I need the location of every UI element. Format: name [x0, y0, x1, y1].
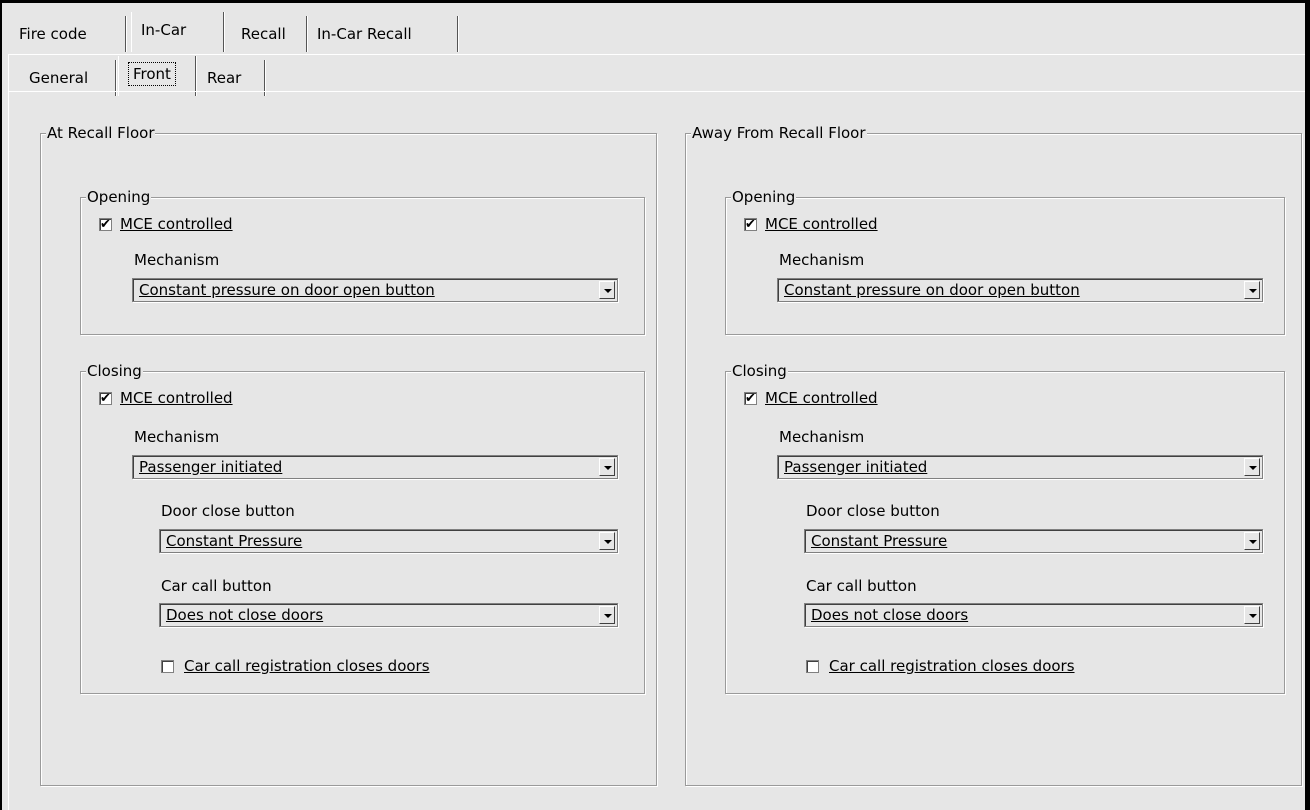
- chevron-down-icon[interactable]: [1244, 458, 1260, 476]
- mechanism-dropdown[interactable]: Passenger initiated: [777, 455, 1263, 479]
- group-title: Closing: [86, 362, 143, 380]
- settings-window: Fire code In-Car Recall In-Car Recall Ge…: [0, 0, 1310, 810]
- group-at-recall-floor: At Recall Floor Opening ✔ MCE controlled…: [40, 124, 657, 786]
- checkbox-label: Car call registration closes doors: [829, 657, 1075, 675]
- tab-page-border: [8, 55, 9, 810]
- mce-controlled-checkbox[interactable]: ✔ MCE controlled: [744, 389, 878, 407]
- checkbox-label: Car call registration closes doors: [184, 657, 430, 675]
- mce-controlled-checkbox[interactable]: ✔ MCE controlled: [744, 215, 878, 233]
- group-title: Opening: [731, 188, 797, 206]
- checkbox-label: MCE controlled: [765, 389, 878, 407]
- check-icon: ✔: [100, 216, 111, 232]
- mechanism-label: Mechanism: [779, 428, 865, 446]
- dropdown-value: Does not close doors: [166, 606, 324, 624]
- checkbox-box[interactable]: ✔: [744, 390, 757, 406]
- mechanism-dropdown[interactable]: Constant pressure on door open button: [777, 278, 1263, 302]
- mechanism-label: Mechanism: [134, 251, 220, 269]
- dropdown-value: Passenger initiated: [784, 458, 928, 476]
- checkbox-label: MCE controlled: [765, 215, 878, 233]
- dropdown-value: Passenger initiated: [139, 458, 283, 476]
- door-close-button-dropdown[interactable]: Constant Pressure: [804, 529, 1263, 553]
- check-icon: ✔: [745, 216, 756, 232]
- checkbox-box[interactable]: ✔: [99, 390, 112, 406]
- checkbox-box[interactable]: [806, 659, 819, 673]
- chevron-down-icon[interactable]: [1244, 281, 1260, 299]
- mechanism-label: Mechanism: [779, 251, 865, 269]
- tab-front[interactable]: Front: [118, 56, 196, 96]
- door-close-button-label: Door close button: [161, 502, 295, 520]
- tab-recall[interactable]: Recall: [232, 16, 307, 52]
- dropdown-value: Does not close doors: [811, 606, 969, 624]
- dropdown-value: Constant pressure on door open button: [139, 281, 435, 299]
- tab-fire-code[interactable]: Fire code: [10, 16, 126, 52]
- group-closing: Closing ✔ MCE controlled Mechanism Passe…: [80, 362, 645, 694]
- checkbox-box[interactable]: ✔: [744, 216, 757, 232]
- group-title: Away From Recall Floor: [691, 124, 867, 142]
- check-icon: ✔: [745, 390, 756, 406]
- chevron-down-icon[interactable]: [599, 532, 615, 550]
- car-call-registration-checkbox[interactable]: Car call registration closes doors: [806, 657, 1075, 675]
- group-title: Closing: [731, 362, 788, 380]
- group-opening: Opening ✔ MCE controlled Mechanism Const…: [80, 188, 645, 335]
- chevron-down-icon[interactable]: [1244, 532, 1260, 550]
- dropdown-value: Constant Pressure: [811, 532, 948, 550]
- mce-controlled-checkbox[interactable]: ✔ MCE controlled: [99, 389, 233, 407]
- car-call-button-dropdown[interactable]: Does not close doors: [159, 603, 618, 627]
- mechanism-dropdown[interactable]: Constant pressure on door open button: [132, 278, 618, 302]
- group-title: Opening: [86, 188, 152, 206]
- mechanism-dropdown[interactable]: Passenger initiated: [132, 455, 618, 479]
- car-call-button-label: Car call button: [161, 577, 272, 595]
- tab-in-car[interactable]: In-Car: [131, 12, 224, 52]
- door-close-button-dropdown[interactable]: Constant Pressure: [159, 529, 618, 553]
- dropdown-value: Constant pressure on door open button: [784, 281, 1080, 299]
- group-title: At Recall Floor: [46, 124, 156, 142]
- checkbox-label: MCE controlled: [120, 215, 233, 233]
- tab-strip-top: Fire code In-Car Recall In-Car Recall: [10, 12, 470, 52]
- car-call-button-label: Car call button: [806, 577, 917, 595]
- dropdown-value: Constant Pressure: [166, 532, 303, 550]
- mechanism-label: Mechanism: [134, 428, 220, 446]
- chevron-down-icon[interactable]: [1244, 606, 1260, 624]
- check-icon: ✔: [100, 390, 111, 406]
- checkbox-box[interactable]: ✔: [99, 216, 112, 232]
- chevron-down-icon[interactable]: [599, 606, 615, 624]
- checkbox-label: MCE controlled: [120, 389, 233, 407]
- car-call-registration-checkbox[interactable]: Car call registration closes doors: [161, 657, 430, 675]
- group-opening: Opening ✔ MCE controlled Mechanism Const…: [725, 188, 1285, 335]
- tab-in-car-recall[interactable]: In-Car Recall: [308, 16, 458, 52]
- chevron-down-icon[interactable]: [599, 281, 615, 299]
- checkbox-box[interactable]: [161, 659, 174, 673]
- car-call-button-dropdown[interactable]: Does not close doors: [804, 603, 1263, 627]
- mce-controlled-checkbox[interactable]: ✔ MCE controlled: [99, 215, 233, 233]
- group-closing: Closing ✔ MCE controlled Mechanism Passe…: [725, 362, 1285, 694]
- door-close-button-label: Door close button: [806, 502, 940, 520]
- group-away-from-recall-floor: Away From Recall Floor Opening ✔ MCE con…: [685, 124, 1302, 786]
- chevron-down-icon[interactable]: [599, 458, 615, 476]
